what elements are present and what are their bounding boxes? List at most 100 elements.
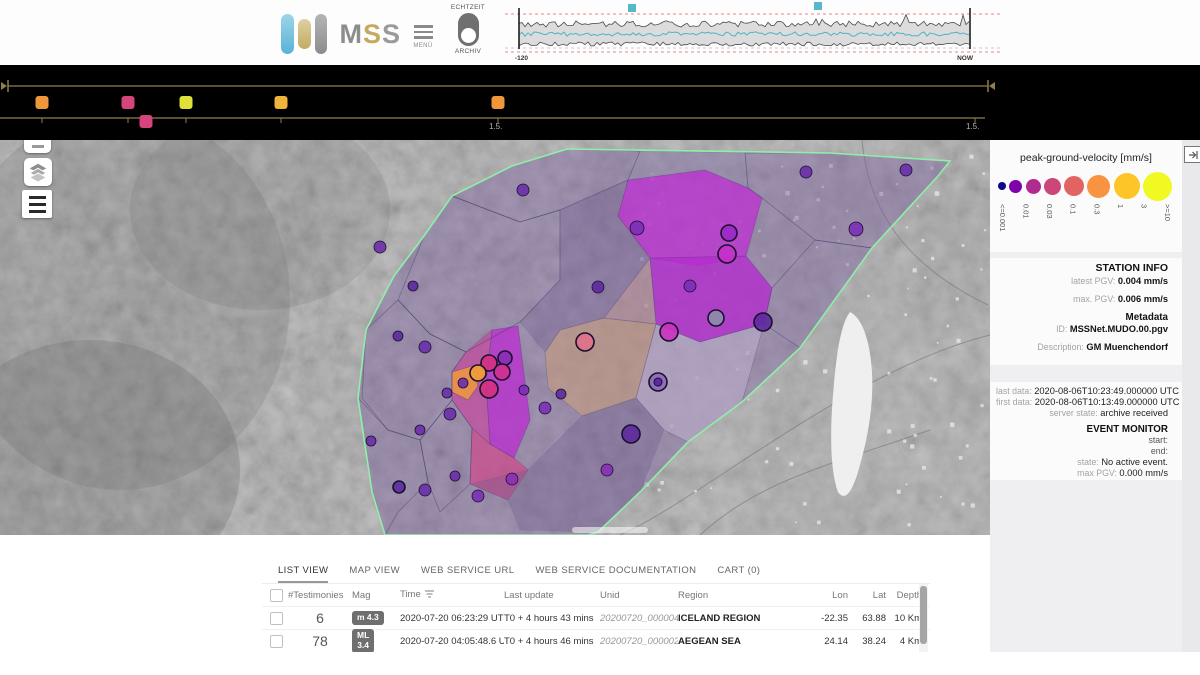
event-table-row[interactable]: 6m 4.32020-07-20 06:23:29 UTCT0 + 4 hour… — [262, 607, 930, 630]
station-marker[interactable] — [408, 281, 418, 291]
tab-map-view[interactable]: MAP VIEW — [349, 565, 400, 583]
waveform-start-label: -120 — [515, 55, 528, 62]
magnitude-badge: ML3.4 — [352, 629, 374, 652]
event-marker-icon[interactable] — [814, 2, 822, 10]
timeline-track[interactable] — [0, 65, 1200, 140]
column-header-time[interactable]: Time — [400, 589, 504, 601]
table-cell: 2020-07-20 06:23:29 UTC — [400, 613, 504, 624]
station-marker[interactable] — [472, 490, 484, 502]
sidebar-scroll-track[interactable] — [1182, 140, 1200, 652]
timeline-event-marker[interactable] — [275, 96, 288, 109]
timeline-event-marker[interactable] — [140, 115, 153, 128]
info-sidebar: peak-ground-velocity [mm/s] <=0.0010.010… — [990, 140, 1182, 652]
legend-circle — [1143, 172, 1172, 201]
legend-circle — [1114, 173, 1140, 199]
event-max-pgv-line: max PGV: 0.000 mm/s — [996, 468, 1168, 478]
menu-button[interactable]: MENÜ — [412, 22, 434, 52]
station-marker[interactable] — [393, 331, 403, 341]
hamburger-icon — [414, 25, 433, 28]
station-marker[interactable] — [498, 351, 512, 365]
station-marker[interactable] — [660, 323, 678, 341]
station-marker[interactable] — [494, 364, 510, 380]
station-marker[interactable] — [519, 385, 529, 395]
select-all-checkbox[interactable] — [270, 589, 283, 602]
first-data-line: first data: 2020-08-06T10:13:49.000000 U… — [996, 397, 1168, 407]
station-marker[interactable] — [849, 222, 863, 236]
arrow-right-icon — [1188, 150, 1198, 160]
station-marker[interactable] — [470, 365, 486, 381]
station-marker[interactable] — [506, 473, 518, 485]
column-header-lat: Lat — [852, 590, 890, 601]
table-cell — [262, 635, 288, 648]
table-cell — [262, 612, 288, 625]
station-marker[interactable] — [480, 380, 498, 398]
legend-labels: <=0.0010.010.030.10.313>=10 — [998, 204, 1172, 250]
tab-web-service-url[interactable]: WEB SERVICE URL — [421, 565, 514, 583]
map-zoom-button[interactable] — [24, 140, 51, 153]
table-scrollbar-thumb[interactable] — [920, 586, 927, 644]
station-marker[interactable] — [576, 333, 594, 351]
table-cell: ML3.4 — [352, 629, 400, 652]
map-horizontal-scrollbar[interactable] — [572, 527, 648, 533]
station-marker[interactable] — [458, 378, 468, 388]
station-marker[interactable] — [601, 464, 613, 476]
map-canvas[interactable] — [0, 140, 990, 535]
toggle-pill[interactable] — [458, 13, 479, 46]
row-checkbox[interactable] — [270, 635, 283, 648]
logo-bar-tan-icon — [298, 19, 311, 49]
tab-web-service-documentation[interactable]: WEB SERVICE DOCUMENTATION — [535, 565, 696, 583]
station-marker[interactable] — [718, 245, 736, 263]
table-cell: T0 + 4 hours 46 mins — [504, 636, 600, 647]
station-marker[interactable] — [721, 225, 737, 241]
zoom-icon — [32, 145, 44, 148]
collapse-panel-button[interactable] — [1184, 146, 1200, 163]
station-marker[interactable] — [415, 425, 425, 435]
station-marker[interactable] — [366, 436, 376, 446]
station-marker[interactable] — [419, 341, 431, 353]
row-checkbox[interactable] — [270, 612, 283, 625]
station-marker[interactable] — [708, 310, 724, 326]
column-header-lon: Lon — [806, 590, 852, 601]
table-cell: -22.35 — [806, 613, 852, 624]
timeline-event-marker[interactable] — [492, 96, 505, 109]
legend-value-label: >=10 — [1163, 204, 1172, 250]
station-marker[interactable] — [630, 221, 644, 235]
tab-cart-0-[interactable]: CART (0) — [717, 565, 760, 583]
table-cell: 6 — [288, 610, 352, 626]
tab-list-view[interactable]: LIST VIEW — [278, 565, 328, 583]
table-cell: 2020-07-20 04:05:48.6 UTC — [400, 636, 504, 647]
station-marker[interactable] — [754, 313, 772, 331]
station-marker[interactable] — [517, 184, 529, 196]
event-marker-icon[interactable] — [628, 4, 636, 12]
station-marker[interactable] — [419, 484, 431, 496]
station-info-card: STATION INFO latest PGV: 0.004 mm/s max.… — [990, 258, 1182, 365]
legend-circle — [1087, 175, 1110, 198]
station-marker[interactable] — [539, 402, 551, 414]
realtime-archive-toggle[interactable]: ECHTZEIT ARCHIV — [447, 4, 489, 64]
event-start-line: start: — [996, 435, 1168, 445]
station-marker[interactable] — [622, 425, 640, 443]
station-marker[interactable] — [442, 388, 452, 398]
timeline-event-marker[interactable] — [36, 96, 49, 109]
max-pgv-line: max. PGV: 0.006 mm/s — [996, 294, 1168, 304]
station-marker[interactable] — [444, 408, 456, 420]
map-menu-button[interactable] — [22, 190, 52, 218]
latest-pgv-line: latest PGV: 0.004 mm/s — [996, 276, 1168, 286]
station-marker[interactable] — [450, 471, 460, 481]
station-marker[interactable] — [684, 280, 696, 292]
station-marker[interactable] — [900, 164, 912, 176]
sort-icon[interactable] — [425, 590, 434, 601]
station-marker[interactable] — [374, 241, 386, 253]
station-marker[interactable] — [556, 389, 566, 399]
station-marker[interactable] — [800, 166, 812, 178]
event-table-row[interactable]: 78ML3.42020-07-20 04:05:48.6 UTCT0 + 4 h… — [262, 630, 930, 652]
timeline-event-marker[interactable] — [122, 96, 135, 109]
table-scrollbar[interactable] — [919, 584, 928, 652]
station-info-title: STATION INFO — [996, 262, 1168, 274]
station-marker[interactable] — [393, 481, 405, 493]
legend-circle — [1026, 179, 1041, 194]
station-marker[interactable] — [592, 281, 604, 293]
legend-value-label: 0.3 — [1092, 204, 1101, 250]
timeline-event-marker[interactable] — [180, 96, 193, 109]
map-layers-button[interactable] — [24, 158, 52, 186]
